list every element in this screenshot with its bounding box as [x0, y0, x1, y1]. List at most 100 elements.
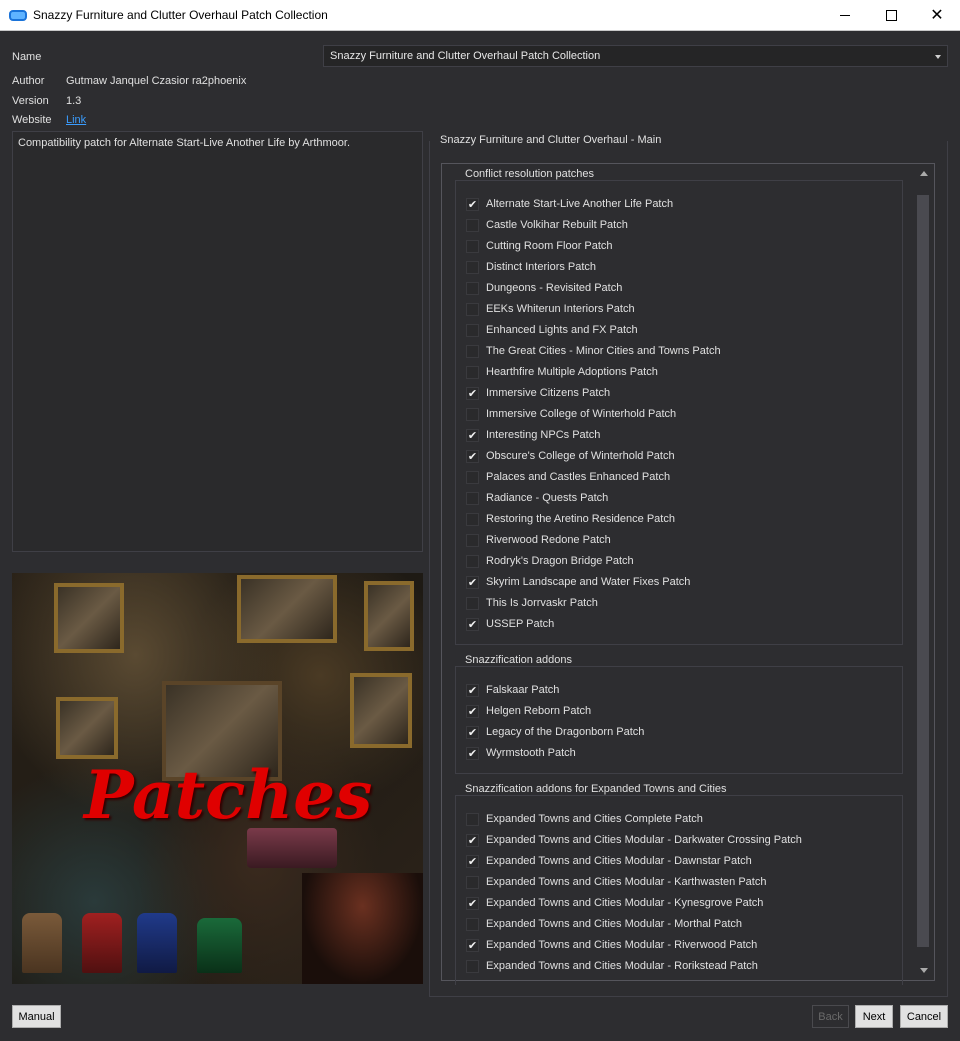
option-checkbox[interactable] [466, 875, 479, 889]
option-row[interactable]: USSEP Patch [466, 616, 554, 632]
option-row[interactable]: Expanded Towns and Cities Modular - Dark… [466, 832, 802, 848]
option-checkbox[interactable] [466, 197, 479, 211]
option-row[interactable]: Dungeons - Revisited Patch [466, 280, 622, 296]
option-checkbox[interactable] [466, 302, 479, 316]
vertical-scrollbar[interactable] [915, 164, 934, 980]
option-checkbox[interactable] [466, 575, 479, 589]
option-checkbox[interactable] [466, 491, 479, 505]
option-checkbox[interactable] [466, 239, 479, 253]
option-checkbox[interactable] [466, 365, 479, 379]
option-label[interactable]: Wyrmstooth Patch [486, 747, 576, 759]
option-label[interactable]: Cutting Room Floor Patch [486, 240, 613, 252]
option-row[interactable]: Expanded Towns and Cities Modular - Kyne… [466, 895, 763, 911]
option-label[interactable]: USSEP Patch [486, 618, 554, 630]
option-checkbox[interactable] [466, 596, 479, 610]
option-row[interactable]: The Great Cities - Minor Cities and Town… [466, 343, 721, 359]
option-row[interactable]: Hearthfire Multiple Adoptions Patch [466, 364, 658, 380]
option-row[interactable]: Cutting Room Floor Patch [466, 238, 613, 254]
option-row[interactable]: Expanded Towns and Cities Modular - Rori… [466, 958, 758, 974]
option-row[interactable]: Expanded Towns and Cities Modular - Dawn… [466, 853, 752, 869]
manual-button[interactable]: Manual [12, 1005, 61, 1028]
option-row[interactable]: Falskaar Patch [466, 682, 559, 698]
option-label[interactable]: Helgen Reborn Patch [486, 705, 591, 717]
option-label[interactable]: Expanded Towns and Cities Modular - Rive… [486, 939, 757, 951]
cancel-button[interactable]: Cancel [900, 1005, 948, 1028]
option-label[interactable]: Hearthfire Multiple Adoptions Patch [486, 366, 658, 378]
option-label[interactable]: Expanded Towns and Cities Modular - Dawn… [486, 855, 752, 867]
option-checkbox[interactable] [466, 323, 479, 337]
option-checkbox[interactable] [466, 449, 479, 463]
option-checkbox[interactable] [466, 344, 479, 358]
option-checkbox[interactable] [466, 746, 479, 760]
option-row[interactable]: Castle Volkihar Rebuilt Patch [466, 217, 628, 233]
option-checkbox[interactable] [466, 533, 479, 547]
option-checkbox[interactable] [466, 704, 479, 718]
option-label[interactable]: Falskaar Patch [486, 684, 559, 696]
option-label[interactable]: Restoring the Aretino Residence Patch [486, 513, 675, 525]
scroll-down-icon[interactable] [920, 968, 928, 973]
option-row[interactable]: Restoring the Aretino Residence Patch [466, 511, 675, 527]
option-row[interactable]: Riverwood Redone Patch [466, 532, 611, 548]
option-row[interactable]: Expanded Towns and Cities Modular - Mort… [466, 916, 742, 932]
option-label[interactable]: Immersive Citizens Patch [486, 387, 610, 399]
option-label[interactable]: Skyrim Landscape and Water Fixes Patch [486, 576, 690, 588]
option-row[interactable]: Skyrim Landscape and Water Fixes Patch [466, 574, 690, 590]
option-label[interactable]: Obscure's College of Winterhold Patch [486, 450, 675, 462]
option-checkbox[interactable] [466, 428, 479, 442]
name-select[interactable]: Snazzy Furniture and Clutter Overhaul Pa… [323, 45, 948, 67]
option-label[interactable]: Immersive College of Winterhold Patch [486, 408, 676, 420]
option-label[interactable]: Radiance - Quests Patch [486, 492, 608, 504]
option-checkbox[interactable] [466, 833, 479, 847]
option-row[interactable]: Radiance - Quests Patch [466, 490, 608, 506]
option-row[interactable]: Obscure's College of Winterhold Patch [466, 448, 675, 464]
option-row[interactable]: Immersive College of Winterhold Patch [466, 406, 676, 422]
option-label[interactable]: EEKs Whiterun Interiors Patch [486, 303, 635, 315]
option-row[interactable]: Helgen Reborn Patch [466, 703, 591, 719]
option-label[interactable]: Castle Volkihar Rebuilt Patch [486, 219, 628, 231]
option-label[interactable]: Expanded Towns and Cities Modular - Kart… [486, 876, 766, 888]
option-checkbox[interactable] [466, 854, 479, 868]
option-checkbox[interactable] [466, 938, 479, 952]
option-label[interactable]: Expanded Towns and Cities Modular - Mort… [486, 918, 742, 930]
option-label[interactable]: The Great Cities - Minor Cities and Town… [486, 345, 721, 357]
option-checkbox[interactable] [466, 386, 479, 400]
option-label[interactable]: Palaces and Castles Enhanced Patch [486, 471, 670, 483]
option-checkbox[interactable] [466, 260, 479, 274]
option-label[interactable]: Expanded Towns and Cities Modular - Dark… [486, 834, 802, 846]
option-label[interactable]: This Is Jorrvaskr Patch [486, 597, 598, 609]
website-link[interactable]: Link [66, 114, 86, 126]
option-row[interactable]: Immersive Citizens Patch [466, 385, 610, 401]
option-label[interactable]: Rodryk's Dragon Bridge Patch [486, 555, 634, 567]
option-row[interactable]: Alternate Start-Live Another Life Patch [466, 196, 673, 212]
option-row[interactable]: Distinct Interiors Patch [466, 259, 596, 275]
option-checkbox[interactable] [466, 218, 479, 232]
scroll-up-icon[interactable] [920, 171, 928, 176]
option-label[interactable]: Interesting NPCs Patch [486, 429, 600, 441]
option-row[interactable]: This Is Jorrvaskr Patch [466, 595, 598, 611]
option-label[interactable]: Expanded Towns and Cities Complete Patch [486, 813, 703, 825]
option-label[interactable]: Riverwood Redone Patch [486, 534, 611, 546]
option-row[interactable]: Wyrmstooth Patch [466, 745, 576, 761]
option-checkbox[interactable] [466, 917, 479, 931]
option-label[interactable]: Enhanced Lights and FX Patch [486, 324, 638, 336]
option-row[interactable]: Rodryk's Dragon Bridge Patch [466, 553, 634, 569]
option-label[interactable]: Distinct Interiors Patch [486, 261, 596, 273]
option-label[interactable]: Expanded Towns and Cities Modular - Kyne… [486, 897, 763, 909]
option-checkbox[interactable] [466, 407, 479, 421]
option-checkbox[interactable] [466, 470, 479, 484]
option-checkbox[interactable] [466, 896, 479, 910]
option-row[interactable]: Expanded Towns and Cities Complete Patch [466, 811, 703, 827]
maximize-icon[interactable] [868, 0, 914, 31]
option-checkbox[interactable] [466, 281, 479, 295]
option-checkbox[interactable] [466, 554, 479, 568]
option-checkbox[interactable] [466, 512, 479, 526]
option-label[interactable]: Legacy of the Dragonborn Patch [486, 726, 644, 738]
option-checkbox[interactable] [466, 617, 479, 631]
option-label[interactable]: Expanded Towns and Cities Modular - Rori… [486, 960, 758, 972]
option-label[interactable]: Dungeons - Revisited Patch [486, 282, 622, 294]
option-row[interactable]: Interesting NPCs Patch [466, 427, 600, 443]
scroll-thumb[interactable] [917, 195, 929, 947]
option-checkbox[interactable] [466, 683, 479, 697]
option-row[interactable]: Expanded Towns and Cities Modular - Rive… [466, 937, 757, 953]
option-row[interactable]: EEKs Whiterun Interiors Patch [466, 301, 635, 317]
